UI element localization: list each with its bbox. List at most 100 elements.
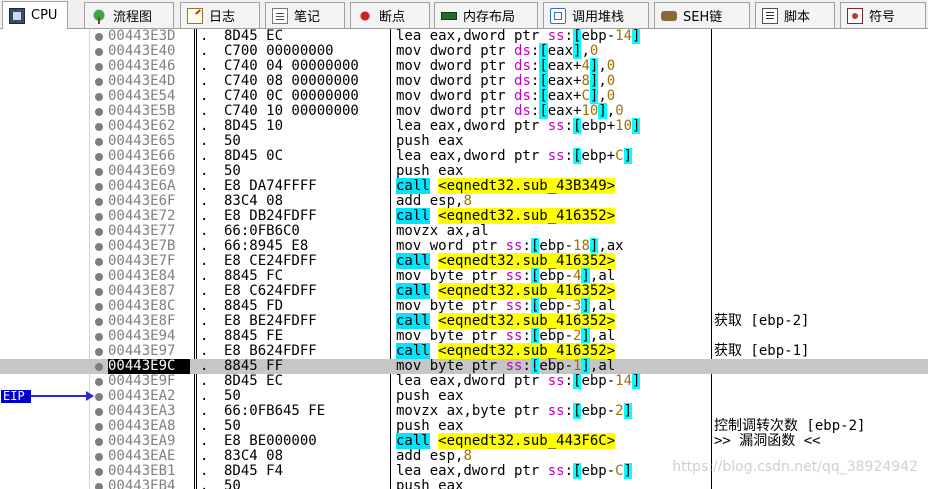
instruction-row[interactable]: 00443E77. 66:0FB6C0 movzx ax,al (0, 224, 928, 239)
instruction-row[interactable]: 00443E6A. E8 DA74FFFF call <eqnedt32.sub_4… (0, 178, 928, 194)
instruction-row[interactable]: 00443E84. 8845 FC mov byte ptr ss:[ebp-4],… (0, 268, 928, 284)
watermark: https://blog.csdn.net/qq_38924942 (672, 459, 918, 475)
instruction-row[interactable]: 00443EB4. 50 push eax (0, 479, 928, 489)
breakpoint-dot-icon[interactable] (95, 258, 103, 266)
flow-marker: . (200, 478, 209, 489)
instruction-row[interactable]: 00443EA9. E8 BE000000 call <eqnedt32.sub_4… (0, 433, 928, 449)
flow-marker: . (200, 448, 209, 464)
bytes-cell: 8D45 F4 (224, 463, 284, 479)
instruction-row[interactable]: 00443E69. 50 push eax (0, 164, 928, 179)
breakpoint-dot-icon[interactable] (95, 273, 103, 281)
breakpoint-dot-icon[interactable] (95, 453, 103, 461)
instruction-row[interactable]: 00443E8F. E8 BE24FDFF call <eqnedt32.sub_4… (0, 313, 928, 329)
instruction-row[interactable]: 00443E5B. C740 10 00000000 mov dword ptr d… (0, 103, 928, 119)
address-cell: 00443E84 (108, 268, 176, 284)
breakpoint-dot-icon[interactable] (95, 213, 103, 221)
instruction-row[interactable]: 00443E66. 8D45 0C lea eax,dword ptr ss:[eb… (0, 148, 928, 164)
breakpoint-dot-icon[interactable] (95, 78, 103, 86)
tab-script[interactable]: 脚本 (755, 2, 835, 28)
instruction-cell: add esp,8 (396, 193, 472, 209)
breakpoint-dot-icon[interactable] (95, 483, 103, 489)
instruction-row[interactable]: 00443E54. C740 0C 00000000 mov dword ptr d… (0, 88, 928, 104)
address-cell: 00443E77 (108, 223, 176, 239)
tab-label: 符号 (869, 10, 896, 25)
bytes-cell: 50 (224, 478, 241, 489)
instruction-row[interactable]: 00443E46. C740 04 00000000 mov dword ptr d… (0, 58, 928, 74)
instruction-cell: mov byte ptr ss:[ebp-1],al (396, 358, 616, 374)
breakpoint-dot-icon[interactable] (95, 228, 103, 236)
instruction-row[interactable]: 00443E9C. 8845 FF mov byte ptr ss:[ebp-1],… (0, 358, 928, 374)
address-cell: 00443E7F (108, 253, 176, 269)
instruction-row[interactable]: 00443E4D. C740 08 00000000 mov dword ptr d… (0, 73, 928, 89)
breakpoint-dot-icon[interactable] (95, 348, 103, 356)
instruction-row[interactable]: 00443E7B. 66:8945 E8 mov word ptr ss:[ebp-… (0, 238, 928, 254)
flow-marker: . (200, 58, 209, 74)
breakpoint-dot-icon[interactable] (95, 168, 103, 176)
breakpoint-dot-icon[interactable] (95, 63, 103, 71)
instruction-row[interactable]: 00443E3D. 8D45 EC lea eax,dword ptr ss:[eb… (0, 29, 928, 44)
address-cell: 00443EA9 (108, 433, 176, 449)
breakpoint-dot-icon[interactable] (95, 153, 103, 161)
instruction-row[interactable]: 00443E65. 50 push eax (0, 134, 928, 149)
tab-symbols[interactable]: 符号 (840, 2, 926, 28)
bytes-cell: 8D45 10 (224, 118, 284, 134)
tab-cpu[interactable]: CPU (2, 1, 68, 29)
address-cell: 00443E5B (108, 103, 176, 119)
tab-log[interactable]: 日志 (180, 2, 260, 28)
instruction-row[interactable]: 00443E97. E8 B624FDFF call <eqnedt32.sub_4… (0, 343, 928, 359)
breakpoint-dot-icon[interactable] (95, 408, 103, 416)
tab-notes[interactable]: 笔记 (265, 2, 345, 28)
breakpoint-dot-icon[interactable] (95, 333, 103, 341)
instruction-row[interactable]: 00443E9F. 8D45 EC lea eax,dword ptr ss:[eb… (0, 373, 928, 389)
breakpoint-dot-icon[interactable] (95, 468, 103, 476)
breakpoint-dot-icon[interactable] (95, 123, 103, 131)
comment-cell: 获取 [ebp-2] (714, 313, 810, 329)
instruction-row[interactable]: 00443E7F. E8 CE24FDFF call <eqnedt32.sub_4… (0, 253, 928, 269)
instruction-row[interactable]: 00443E62. 8D45 10 lea eax,dword ptr ss:[eb… (0, 118, 928, 134)
breakpoint-dot-icon[interactable] (95, 288, 103, 296)
address-cell: 00443E7B (108, 238, 176, 254)
tab-breakpoints[interactable]: 断点 (350, 2, 430, 28)
flow-marker: . (200, 43, 209, 59)
instruction-row[interactable]: 00443E94. 8845 FE mov byte ptr ss:[ebp-2],… (0, 328, 928, 344)
breakpoint-dot-icon[interactable] (95, 423, 103, 431)
breakpoint-dot-icon[interactable] (95, 243, 103, 251)
breakpoint-dot-icon[interactable] (95, 198, 103, 206)
breakpoint-dot-icon[interactable] (95, 318, 103, 326)
address-cell: 00443EAE (108, 448, 176, 464)
breakpoint-dot-icon[interactable] (95, 93, 103, 101)
tab-label: 调用堆栈 (572, 10, 625, 25)
instruction-row[interactable]: 00443E72. E8 DB24FDFF call <eqnedt32.sub_4… (0, 208, 928, 224)
breakpoint-dot-icon[interactable] (95, 303, 103, 311)
breakpoint-dot-icon[interactable] (95, 183, 103, 191)
breakpoint-dot-icon[interactable] (95, 108, 103, 116)
bytes-cell: C740 0C 00000000 (224, 88, 359, 104)
bytes-cell: 8D45 EC (224, 29, 284, 44)
address-cell: 00443EB1 (108, 463, 176, 479)
tab-seh-chain[interactable]: SEH链 (654, 2, 750, 28)
instruction-row[interactable]: 00443E87. E8 C624FDFF call <eqnedt32.sub_4… (0, 283, 928, 299)
flow-marker: . (200, 328, 209, 344)
instruction-row[interactable]: 00443E40. C700 00000000 mov dword ptr ds:[… (0, 43, 928, 59)
tab-memory-map[interactable]: 内存布局 (434, 2, 538, 28)
disassembly-view[interactable]: 00443E3D. 8D45 EC lea eax,dword ptr ss:[eb… (0, 29, 928, 489)
bytes-cell: C740 08 00000000 (224, 73, 359, 89)
breakpoint-dot-icon[interactable] (95, 33, 103, 41)
breakpoint-dot-icon[interactable] (95, 363, 103, 371)
breakpoint-dot-icon[interactable] (95, 393, 103, 401)
breakpoint-dot-icon[interactable] (95, 48, 103, 56)
instruction-row[interactable]: 00443EA2. 50 push eax (0, 389, 928, 404)
instruction-row[interactable]: 00443EA3. 66:0FB645 FE movzx ax,byte ptr s… (0, 403, 928, 419)
instruction-row[interactable]: 00443EA8. 50 push eax 控制调转次数 [ebp-2] (0, 419, 928, 434)
instruction-row[interactable]: 00443E8C. 8845 FD mov byte ptr ss:[ebp-3],… (0, 298, 928, 314)
tab-call-stack[interactable]: 调用堆栈 (543, 2, 649, 28)
bytes-cell: C740 10 00000000 (224, 103, 359, 119)
breakpoint-dot-icon[interactable] (95, 378, 103, 386)
breakpoint-dot-icon (357, 7, 373, 24)
tab-graph[interactable]: 流程图 (84, 2, 174, 28)
breakpoint-dot-icon[interactable] (95, 138, 103, 146)
instruction-cell: lea eax,dword ptr ss:[ebp-C] (396, 463, 633, 479)
breakpoint-dot-icon[interactable] (95, 438, 103, 446)
instruction-row[interactable]: 00443E6F. 83C4 08 add esp,8 (0, 194, 928, 209)
flow-marker: . (200, 418, 209, 434)
